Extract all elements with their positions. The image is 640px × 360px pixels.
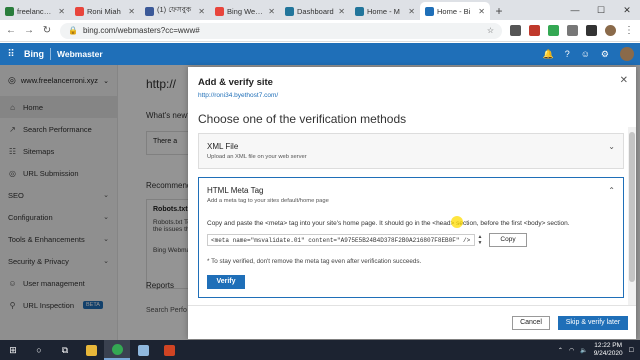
verify-button[interactable]: Verify xyxy=(207,275,245,289)
xml-file-option[interactable]: XML File Upload an XML file on your web … xyxy=(198,133,624,169)
browser-tab[interactable]: Roni Miah ✕ xyxy=(70,2,140,20)
tab-title: Home - M xyxy=(367,6,400,16)
minimize-button[interactable]: — xyxy=(562,0,588,20)
tab-title: Dashboard xyxy=(297,6,334,16)
add-verify-dialog: Add & verify site ✕ http://roni34.byetho… xyxy=(188,67,636,339)
tab-title: Roni Miah xyxy=(87,6,121,16)
tab-favicon-icon xyxy=(5,6,14,16)
skip-verify-later-button[interactable]: Skip & verify later xyxy=(558,316,628,330)
option-title: HTML Meta Tag xyxy=(207,186,264,195)
close-tab-icon[interactable]: ✕ xyxy=(58,7,65,16)
chrome-icon[interactable] xyxy=(104,340,130,360)
browser-tab[interactable]: Home - M ✕ xyxy=(350,2,420,20)
lock-icon: 🔒 xyxy=(68,26,78,35)
tab-favicon-icon xyxy=(355,6,364,16)
avatar[interactable] xyxy=(620,47,634,61)
chevron-up-icon[interactable]: ⌃ xyxy=(558,347,563,354)
profile-avatar[interactable] xyxy=(605,25,616,36)
close-tab-icon[interactable]: ✕ xyxy=(408,7,415,16)
windows-taskbar: ⊞ ○ ⧉ ⌃ ◠ 🔈 12:22 PM 9/24/2020 ☐ xyxy=(0,340,640,360)
copy-button[interactable]: Copy xyxy=(489,233,527,247)
close-tab-icon[interactable]: ✕ xyxy=(338,7,345,16)
tab-favicon-icon xyxy=(425,6,434,16)
close-tab-icon[interactable]: ✕ xyxy=(268,7,275,16)
system-tray: ⌃ ◠ 🔈 12:22 PM 9/24/2020 ☐ xyxy=(558,342,640,358)
gear-icon[interactable]: ⚙ xyxy=(601,49,609,60)
extension-icon[interactable] xyxy=(510,25,521,36)
url-field[interactable]: 🔒 bing.com/webmasters?cc=www# ☆ xyxy=(60,22,502,39)
forward-icon[interactable]: → xyxy=(24,25,34,36)
scroll-arrows[interactable]: ▲ ▼ xyxy=(475,234,485,246)
browser-tab[interactable]: (1) ফেসবুক ✕ xyxy=(140,2,210,20)
task-view-icon[interactable]: ⧉ xyxy=(52,340,78,360)
cancel-button[interactable]: Cancel xyxy=(512,316,550,330)
divider xyxy=(50,48,51,60)
scrollbar-thumb[interactable] xyxy=(629,132,635,282)
browser-tab[interactable]: Dashboard ✕ xyxy=(280,2,350,20)
app-launcher-icon[interactable]: ⠿ xyxy=(0,49,22,60)
dialog-title: Add & verify site xyxy=(198,77,273,88)
notifications-icon[interactable]: ☐ xyxy=(629,347,634,354)
dialog-footer: Cancel Skip & verify later xyxy=(188,305,636,339)
mouse-cursor-highlight xyxy=(451,216,463,228)
close-window-button[interactable]: ✕ xyxy=(614,0,640,20)
html-meta-tag-option: HTML Meta Tag Add a meta tag to your sit… xyxy=(198,177,624,298)
search-icon[interactable]: ○ xyxy=(26,340,52,360)
notepad-icon[interactable] xyxy=(130,340,156,360)
new-tab-button[interactable]: + xyxy=(490,2,508,20)
tab-title: Home - Bi xyxy=(437,6,471,16)
meta-tag-field[interactable]: <meta name="msvalidate.01" content="A975… xyxy=(207,234,475,246)
dialog-heading: Choose one of the verification methods xyxy=(198,112,407,126)
browser-tab[interactable]: Bing Webm ✕ xyxy=(210,2,280,20)
wifi-icon[interactable]: ◠ xyxy=(569,347,574,354)
option-subtitle: Add a meta tag to your sites default/hom… xyxy=(207,198,329,204)
meta-instructions: Copy and paste the <meta> tag into your … xyxy=(207,220,570,227)
close-icon[interactable]: ✕ xyxy=(620,75,628,86)
powerpoint-icon[interactable] xyxy=(156,340,182,360)
clock[interactable]: 12:22 PM 9/24/2020 xyxy=(594,342,623,358)
window-controls: — ☐ ✕ xyxy=(562,0,640,20)
close-tab-icon[interactable]: ✕ xyxy=(128,7,135,16)
extension-icon[interactable] xyxy=(529,25,540,36)
bing-header: ⠿ Bing Webmaster 🔔 ? ☺ ⚙ xyxy=(0,43,640,65)
product-name[interactable]: Webmaster xyxy=(57,49,103,59)
dialog-site-url[interactable]: http://roni34.byethost7.com/ xyxy=(198,92,278,99)
smiley-icon[interactable]: ☺ xyxy=(581,49,590,59)
close-tab-icon[interactable]: ✕ xyxy=(478,7,485,16)
maximize-button[interactable]: ☐ xyxy=(588,0,614,20)
option-title: XML File xyxy=(207,142,239,151)
browser-tab[interactable]: Home - Bi ✕ xyxy=(420,2,490,20)
back-icon[interactable]: ← xyxy=(6,25,16,36)
date: 9/24/2020 xyxy=(593,350,623,357)
chevron-down-icon[interactable]: ⌄ xyxy=(608,142,615,151)
volume-icon[interactable]: 🔈 xyxy=(580,347,587,354)
tab-favicon-icon xyxy=(285,6,294,16)
option-subtitle: Upload an XML file on your web server xyxy=(207,154,307,160)
tab-favicon-icon xyxy=(215,6,224,16)
bell-icon[interactable]: 🔔 xyxy=(542,49,553,60)
reload-icon[interactable]: ↻ xyxy=(42,25,52,36)
help-icon[interactable]: ? xyxy=(565,49,570,59)
browser-tab-strip: freelancerroni✕Roni Miah✕(1) ফেসবুক✕Bing… xyxy=(0,0,640,20)
time: 12:22 PM xyxy=(594,342,623,349)
extension-icon[interactable] xyxy=(567,25,578,36)
star-icon[interactable]: ☆ xyxy=(487,26,494,35)
windows-start-icon[interactable]: ⊞ xyxy=(0,340,26,360)
close-tab-icon[interactable]: ✕ xyxy=(198,7,205,16)
extension-icon[interactable] xyxy=(548,25,559,36)
tab-favicon-icon xyxy=(145,6,154,16)
url-text: bing.com/webmasters?cc=www# xyxy=(82,26,200,35)
tab-title: Bing Webm xyxy=(227,6,266,16)
chevron-up-icon[interactable]: ⌃ xyxy=(608,186,615,195)
bing-logo[interactable]: Bing xyxy=(24,49,44,59)
verification-note: * To stay verified, don't remove the met… xyxy=(207,258,422,265)
tab-favicon-icon xyxy=(75,6,84,16)
address-bar: ← → ↻ 🔒 bing.com/webmasters?cc=www# ☆ ⋮ xyxy=(0,20,640,42)
tab-title: (1) ফেসবুক xyxy=(157,5,192,14)
extension-icon[interactable] xyxy=(586,25,597,36)
tab-title: freelancerroni xyxy=(17,6,55,16)
file-explorer-icon[interactable] xyxy=(78,340,104,360)
browser-tab[interactable]: freelancerroni✕ xyxy=(0,2,70,20)
menu-icon[interactable]: ⋮ xyxy=(624,25,634,36)
